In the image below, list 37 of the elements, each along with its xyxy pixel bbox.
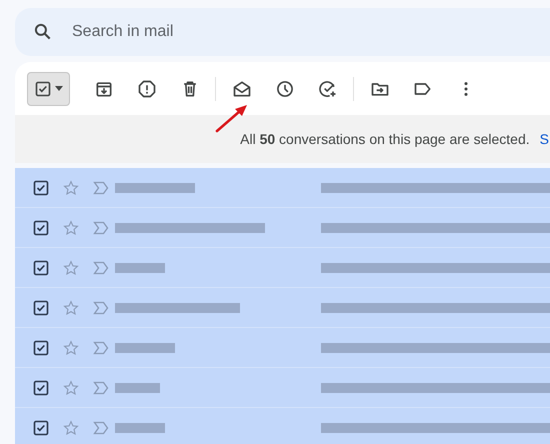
star-icon[interactable] [63, 180, 79, 196]
star-icon[interactable] [63, 420, 79, 436]
row-checkbox[interactable] [33, 180, 49, 196]
redacted-sender [115, 382, 160, 392]
importance-marker-icon[interactable] [93, 300, 109, 314]
add-task-icon[interactable] [318, 78, 338, 98]
clock-icon[interactable] [274, 78, 294, 98]
redacted-sender [115, 342, 175, 352]
search-icon [33, 22, 53, 42]
spam-icon[interactable] [136, 78, 156, 98]
row-checkbox[interactable] [33, 380, 49, 396]
select-all-checkbox[interactable] [34, 80, 50, 96]
importance-marker-icon[interactable] [93, 220, 109, 234]
search-field[interactable]: Search in mail [15, 8, 550, 56]
row-checkbox[interactable] [33, 420, 49, 436]
redacted-sender [115, 422, 165, 432]
row-checkbox[interactable] [33, 220, 49, 236]
open-envelope-icon[interactable] [232, 78, 252, 98]
importance-marker-icon[interactable] [93, 420, 109, 434]
star-icon[interactable] [63, 260, 79, 276]
star-icon[interactable] [63, 220, 79, 236]
row-checkbox[interactable] [33, 300, 49, 316]
star-icon[interactable] [63, 340, 79, 356]
redacted-sender [115, 262, 165, 272]
annotation-arrow [214, 102, 250, 134]
select-all-button[interactable] [27, 72, 70, 106]
importance-marker-icon[interactable] [93, 260, 109, 274]
star-icon[interactable] [63, 380, 79, 396]
importance-marker-icon[interactable] [93, 180, 109, 194]
row-checkbox[interactable] [33, 340, 49, 356]
importance-marker-icon[interactable] [93, 340, 109, 354]
star-icon[interactable] [63, 300, 79, 316]
row-checkbox[interactable] [33, 260, 49, 276]
select-all-link[interactable]: S [540, 128, 549, 150]
importance-marker-icon[interactable] [93, 380, 109, 394]
selection-message: All 50 conversations on this page are selected. [240, 130, 530, 149]
caret-icon[interactable] [54, 86, 62, 91]
